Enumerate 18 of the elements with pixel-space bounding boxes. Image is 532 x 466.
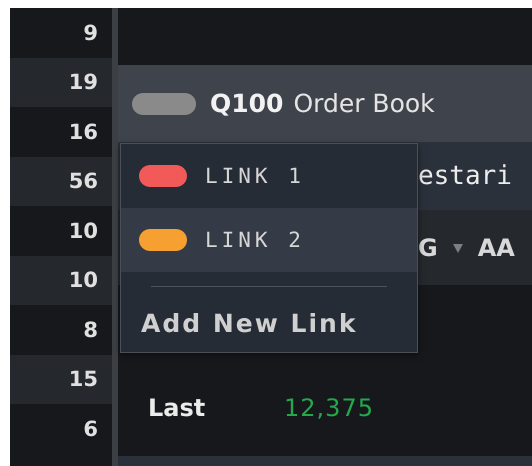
symbol-name: estari: [418, 161, 512, 191]
field-label: Last: [148, 394, 206, 422]
column-header[interactable]: AA: [478, 234, 515, 262]
link-menu-item[interactable]: LINK 2: [121, 208, 417, 272]
symbol-code: Q100: [210, 89, 284, 118]
row-number: 10: [10, 256, 112, 305]
sort-down-icon[interactable]: [452, 242, 464, 254]
row-number: 56: [10, 156, 112, 206]
link-color-pill[interactable]: [132, 92, 196, 114]
link-label: LINK 2: [205, 228, 305, 252]
add-link-menu-item[interactable]: Add New Link: [121, 287, 417, 352]
column-header[interactable]: G: [418, 234, 438, 262]
row-number: 15: [10, 354, 112, 404]
field-value: 12,375: [284, 394, 374, 422]
link-menu-item[interactable]: LINK 1: [121, 144, 417, 208]
row-number: 19: [10, 58, 112, 107]
panel-title: Order Book: [293, 89, 435, 118]
link-label: LINK 1: [205, 164, 305, 188]
